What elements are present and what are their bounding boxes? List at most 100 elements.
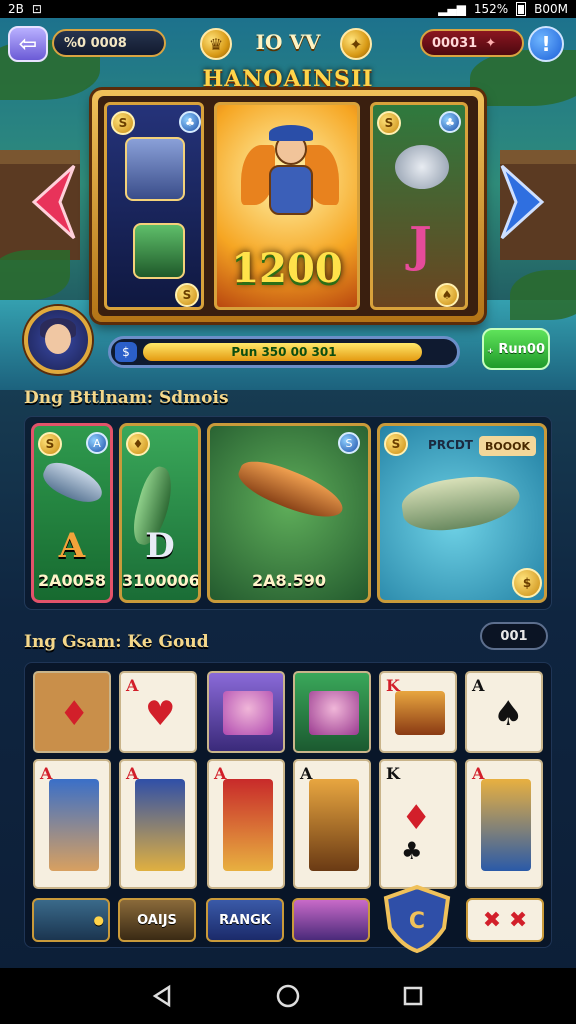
mini-tile[interactable]: OAIJS <box>118 898 196 942</box>
nav-back-button[interactable] <box>147 980 179 1012</box>
battery-icon <box>516 2 527 16</box>
card-rank: K <box>386 764 400 783</box>
battery-text: 152% <box>473 2 509 16</box>
status-left-icon: ⊡ <box>31 2 42 16</box>
cards-count-pill[interactable]: 001 <box>480 622 548 650</box>
progress-text: Pun 350 00 301 <box>231 345 337 359</box>
coin-icon: S <box>111 111 135 135</box>
golden-fish-art <box>233 452 349 528</box>
featured-right-panel[interactable]: S ♣ J ♠ <box>370 102 468 310</box>
crown-coin-icon[interactable]: ♛ <box>200 28 232 60</box>
nav-home-button[interactable] <box>272 980 304 1012</box>
triangle-back-icon <box>152 984 170 1008</box>
currency-right-value: 00031 <box>432 35 478 51</box>
game-tile[interactable]: S 2A8.590 <box>207 423 371 603</box>
shield-badge-button[interactable]: C <box>380 884 454 954</box>
run-button[interactable]: ₊ Run00 <box>482 328 550 370</box>
gem-icon: ♣ <box>179 111 201 133</box>
mini-tile[interactable]: ✖ ✖ <box>466 898 544 942</box>
playing-card[interactable]: K ♦ ♣ <box>379 759 457 889</box>
leaf-decoration <box>0 250 70 300</box>
game-tile[interactable]: ♦ D 3100006 <box>119 423 201 603</box>
playing-card[interactable]: A <box>207 759 285 889</box>
featured-prize-value: 1200 <box>231 245 343 292</box>
playing-card[interactable] <box>207 671 285 753</box>
tile-value: 3100006 <box>122 571 200 590</box>
back-button[interactable]: ⇦ <box>8 26 48 62</box>
nav-recent-button[interactable] <box>397 980 429 1012</box>
circle-home-icon <box>276 984 300 1008</box>
star-coin-icon[interactable]: ✦ <box>340 28 372 60</box>
hero-hat <box>269 125 313 141</box>
sparkle-icon: ✦ <box>485 35 497 51</box>
pink-j-art: J <box>409 217 432 273</box>
coin-icon: S <box>38 432 62 456</box>
section-title-games: Dng Bttlnam: Sdmois <box>24 388 229 408</box>
tile-value: 2A8.590 <box>251 571 327 590</box>
currency-counter-right[interactable]: 00031 ✦ <box>420 29 524 57</box>
square-recent-icon <box>404 986 423 1006</box>
coin-icon: ● <box>93 913 104 927</box>
club-icon: ♣ <box>401 837 423 865</box>
warrior-portrait <box>125 137 185 201</box>
help-glyph: ! <box>541 32 551 56</box>
gem-icon: ♣ <box>439 111 461 133</box>
arrow-left-icon: ⇦ <box>18 31 38 57</box>
playing-card[interactable]: A <box>33 759 111 889</box>
mini-tile[interactable]: ● <box>32 898 110 942</box>
playing-card[interactable]: A ♠ <box>465 671 543 753</box>
playing-card[interactable] <box>293 671 371 753</box>
playing-card[interactable]: A <box>119 759 197 889</box>
gem-right-arrow-icon <box>500 164 545 240</box>
playing-card[interactable]: A <box>465 759 543 889</box>
svg-text:C: C <box>409 909 425 934</box>
featured-game-frame[interactable]: S ♣ S 1200 S ♣ J ♠ <box>92 90 484 322</box>
currency-counter-left[interactable]: %0 0008 <box>52 29 166 57</box>
playing-card[interactable]: ♦ <box>33 671 111 753</box>
status-left-text: 2B <box>8 2 24 16</box>
mini-tile[interactable] <box>292 898 370 942</box>
gem-left-arrow-icon <box>31 164 76 240</box>
diamond-coin-icon: ♦ <box>126 432 150 456</box>
game-tile[interactable]: S A A 2A0058 <box>31 423 113 603</box>
top-bar: ⇦ %0 0008 ♛ IO VV ✦ 00031 ✦ ! <box>0 24 576 64</box>
next-arrow-button[interactable] <box>500 164 546 240</box>
player-avatar[interactable] <box>24 306 92 374</box>
coin-icon: ♠ <box>435 283 459 307</box>
red-cross-icon: ✖ ✖ <box>482 907 528 933</box>
gem-icon: S <box>338 432 360 454</box>
featured-main-panel[interactable]: 1200 <box>214 102 360 310</box>
tile-value: 2A0058 <box>37 571 107 590</box>
portrait-art <box>309 691 359 735</box>
hero-character-art <box>241 125 339 235</box>
portrait-art <box>223 691 273 735</box>
top-title: IO VV <box>255 30 321 54</box>
bass-fish-art <box>399 470 523 536</box>
playing-card[interactable]: K <box>379 671 457 753</box>
fish-head-art <box>395 145 449 189</box>
character-art <box>481 779 531 871</box>
game-tile[interactable]: S PRCDT BOOOK $ <box>377 423 547 603</box>
heart-icon: ♥ <box>145 694 176 734</box>
previous-arrow-button[interactable] <box>30 164 76 240</box>
tile-letter: A <box>58 526 86 566</box>
tile-letter: D <box>145 526 175 566</box>
avatar-face <box>45 324 71 354</box>
playing-card[interactable]: A <box>293 759 371 889</box>
signal-icon: ▂▄▆ <box>438 2 466 16</box>
coin-icon: S <box>384 432 408 456</box>
gem-icon: A <box>86 432 108 454</box>
featured-left-panel[interactable]: S ♣ S <box>104 102 204 310</box>
shield-icon: C <box>383 884 451 954</box>
mini-tile[interactable]: RANGK <box>206 898 284 942</box>
game-lobby-screen: 2B ⊡ ▂▄▆ 152% B00M ⇦ %0 0008 ♛ IO VV ✦ 0 <box>0 0 576 1024</box>
game-title: HANOAINSII <box>202 66 374 92</box>
character-art <box>309 779 359 871</box>
playing-card[interactable]: A ♥ <box>119 671 197 753</box>
help-button[interactable]: ! <box>528 26 564 62</box>
diamond-icon: ♦ <box>59 694 90 734</box>
king-art <box>395 691 445 735</box>
game-tiles-row: S A A 2A0058 ♦ D 3100006 S 2A8.590 S PRC… <box>24 416 552 610</box>
card-rank: A <box>126 676 139 695</box>
diamond-icon: ♦ <box>401 798 432 838</box>
